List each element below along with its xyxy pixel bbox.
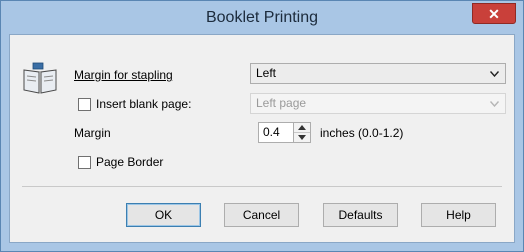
ok-button[interactable]: OK <box>126 203 201 227</box>
insert-blank-page-label: Insert blank page: <box>96 97 192 111</box>
defaults-button[interactable]: Defaults <box>323 203 398 227</box>
separator <box>22 186 502 187</box>
spinner-divider <box>294 132 310 133</box>
dialog-title: Booklet Printing <box>205 9 319 26</box>
dialog-content: Margin for stapling Left Insert blank pa… <box>9 34 515 243</box>
page-border-label: Page Border <box>96 155 164 169</box>
help-button[interactable]: Help <box>421 203 496 227</box>
booklet-icon <box>23 62 57 94</box>
margin-for-stapling-label: Margin for stapling <box>74 68 173 82</box>
margin-unit-text: inches (0.0-1.2) <box>320 126 404 140</box>
spin-up-icon[interactable] <box>298 125 306 130</box>
margin-input[interactable]: 0.4 <box>258 122 294 143</box>
margin-for-stapling-select[interactable]: Left <box>250 63 506 84</box>
insert-blank-page-checkbox[interactable] <box>78 98 91 111</box>
insert-blank-page-select[interactable]: Left page <box>250 93 506 114</box>
chevron-down-icon <box>490 101 499 107</box>
spin-down-icon[interactable] <box>298 135 306 140</box>
chevron-down-icon <box>490 71 499 77</box>
margin-for-stapling-value: Left <box>256 66 277 80</box>
margin-spinner[interactable] <box>294 122 311 143</box>
close-button[interactable]: ✕ <box>472 3 516 24</box>
page-border-checkbox[interactable] <box>78 156 91 169</box>
insert-blank-page-value: Left page <box>256 96 307 110</box>
margin-label: Margin <box>74 126 111 140</box>
cancel-button[interactable]: Cancel <box>224 203 299 227</box>
booklet-printing-dialog: Booklet Printing ✕ Margin for stapling L… <box>0 0 524 252</box>
close-icon: ✕ <box>488 6 500 22</box>
title-bar[interactable]: Booklet Printing ✕ <box>1 1 523 34</box>
